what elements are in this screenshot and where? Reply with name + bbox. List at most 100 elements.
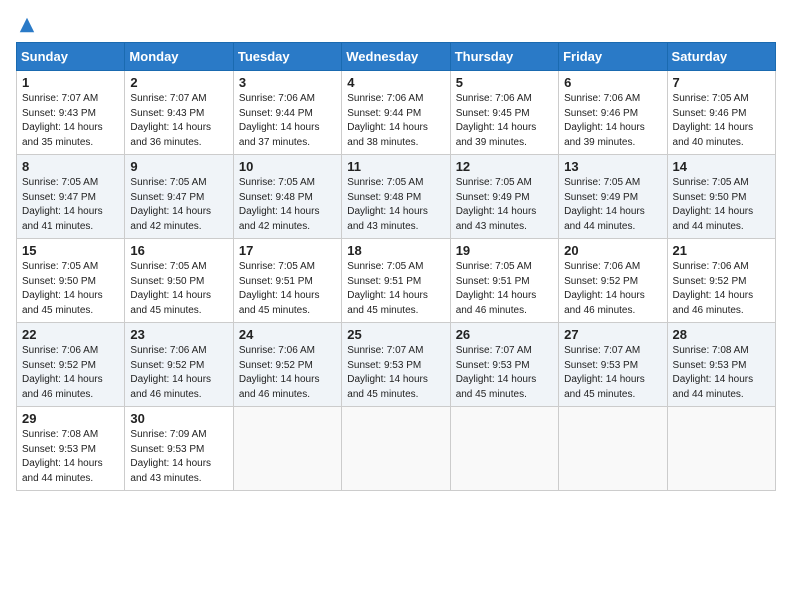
day-number: 28 [673, 327, 770, 342]
calendar-cell: 8 Sunrise: 7:05 AMSunset: 9:47 PMDayligh… [17, 155, 125, 239]
calendar-cell: 9 Sunrise: 7:05 AMSunset: 9:47 PMDayligh… [125, 155, 233, 239]
calendar-week-row: 15 Sunrise: 7:05 AMSunset: 9:50 PMDaylig… [17, 239, 776, 323]
day-info: Sunrise: 7:05 AMSunset: 9:48 PMDaylight:… [347, 177, 428, 232]
day-info: Sunrise: 7:06 AMSunset: 9:52 PMDaylight:… [239, 345, 320, 400]
day-info: Sunrise: 7:05 AMSunset: 9:49 PMDaylight:… [564, 177, 645, 232]
calendar-cell: 20 Sunrise: 7:06 AMSunset: 9:52 PMDaylig… [559, 239, 667, 323]
day-number: 29 [22, 411, 119, 426]
calendar-cell: 22 Sunrise: 7:06 AMSunset: 9:52 PMDaylig… [17, 323, 125, 407]
day-number: 3 [239, 75, 336, 90]
calendar-cell: 2 Sunrise: 7:07 AMSunset: 9:43 PMDayligh… [125, 71, 233, 155]
day-number: 18 [347, 243, 444, 258]
day-info: Sunrise: 7:05 AMSunset: 9:47 PMDaylight:… [130, 177, 211, 232]
day-info: Sunrise: 7:06 AMSunset: 9:46 PMDaylight:… [564, 93, 645, 148]
logo-icon [18, 16, 36, 34]
day-number: 15 [22, 243, 119, 258]
day-number: 13 [564, 159, 661, 174]
day-number: 7 [673, 75, 770, 90]
day-info: Sunrise: 7:05 AMSunset: 9:51 PMDaylight:… [347, 261, 428, 316]
calendar-cell [667, 407, 775, 491]
page-header [16, 16, 776, 32]
day-number: 9 [130, 159, 227, 174]
col-header-thursday: Thursday [450, 43, 558, 71]
calendar-cell: 7 Sunrise: 7:05 AMSunset: 9:46 PMDayligh… [667, 71, 775, 155]
day-info: Sunrise: 7:08 AMSunset: 9:53 PMDaylight:… [673, 345, 754, 400]
day-info: Sunrise: 7:06 AMSunset: 9:52 PMDaylight:… [673, 261, 754, 316]
day-info: Sunrise: 7:07 AMSunset: 9:53 PMDaylight:… [456, 345, 537, 400]
calendar-cell: 17 Sunrise: 7:05 AMSunset: 9:51 PMDaylig… [233, 239, 341, 323]
day-number: 11 [347, 159, 444, 174]
calendar-cell: 16 Sunrise: 7:05 AMSunset: 9:50 PMDaylig… [125, 239, 233, 323]
calendar-cell: 29 Sunrise: 7:08 AMSunset: 9:53 PMDaylig… [17, 407, 125, 491]
calendar-cell: 10 Sunrise: 7:05 AMSunset: 9:48 PMDaylig… [233, 155, 341, 239]
day-number: 14 [673, 159, 770, 174]
day-info: Sunrise: 7:05 AMSunset: 9:50 PMDaylight:… [130, 261, 211, 316]
day-number: 10 [239, 159, 336, 174]
calendar-week-row: 1 Sunrise: 7:07 AMSunset: 9:43 PMDayligh… [17, 71, 776, 155]
col-header-friday: Friday [559, 43, 667, 71]
day-info: Sunrise: 7:06 AMSunset: 9:45 PMDaylight:… [456, 93, 537, 148]
day-info: Sunrise: 7:05 AMSunset: 9:50 PMDaylight:… [22, 261, 103, 316]
day-info: Sunrise: 7:05 AMSunset: 9:48 PMDaylight:… [239, 177, 320, 232]
calendar-cell: 23 Sunrise: 7:06 AMSunset: 9:52 PMDaylig… [125, 323, 233, 407]
day-number: 5 [456, 75, 553, 90]
day-info: Sunrise: 7:06 AMSunset: 9:52 PMDaylight:… [22, 345, 103, 400]
day-info: Sunrise: 7:06 AMSunset: 9:52 PMDaylight:… [564, 261, 645, 316]
day-info: Sunrise: 7:06 AMSunset: 9:52 PMDaylight:… [130, 345, 211, 400]
calendar-cell [450, 407, 558, 491]
day-info: Sunrise: 7:06 AMSunset: 9:44 PMDaylight:… [239, 93, 320, 148]
calendar-cell: 27 Sunrise: 7:07 AMSunset: 9:53 PMDaylig… [559, 323, 667, 407]
calendar-cell: 14 Sunrise: 7:05 AMSunset: 9:50 PMDaylig… [667, 155, 775, 239]
calendar-cell: 13 Sunrise: 7:05 AMSunset: 9:49 PMDaylig… [559, 155, 667, 239]
day-number: 27 [564, 327, 661, 342]
calendar-cell: 11 Sunrise: 7:05 AMSunset: 9:48 PMDaylig… [342, 155, 450, 239]
day-number: 16 [130, 243, 227, 258]
day-number: 12 [456, 159, 553, 174]
day-number: 8 [22, 159, 119, 174]
day-number: 22 [22, 327, 119, 342]
calendar-cell [559, 407, 667, 491]
calendar-cell: 4 Sunrise: 7:06 AMSunset: 9:44 PMDayligh… [342, 71, 450, 155]
calendar-cell: 15 Sunrise: 7:05 AMSunset: 9:50 PMDaylig… [17, 239, 125, 323]
calendar-week-row: 8 Sunrise: 7:05 AMSunset: 9:47 PMDayligh… [17, 155, 776, 239]
day-info: Sunrise: 7:06 AMSunset: 9:44 PMDaylight:… [347, 93, 428, 148]
day-number: 20 [564, 243, 661, 258]
day-number: 21 [673, 243, 770, 258]
day-info: Sunrise: 7:05 AMSunset: 9:51 PMDaylight:… [239, 261, 320, 316]
day-info: Sunrise: 7:07 AMSunset: 9:43 PMDaylight:… [22, 93, 103, 148]
day-info: Sunrise: 7:05 AMSunset: 9:49 PMDaylight:… [456, 177, 537, 232]
calendar-cell: 21 Sunrise: 7:06 AMSunset: 9:52 PMDaylig… [667, 239, 775, 323]
day-number: 2 [130, 75, 227, 90]
day-info: Sunrise: 7:08 AMSunset: 9:53 PMDaylight:… [22, 429, 103, 484]
day-number: 19 [456, 243, 553, 258]
day-number: 30 [130, 411, 227, 426]
day-number: 23 [130, 327, 227, 342]
calendar-cell: 6 Sunrise: 7:06 AMSunset: 9:46 PMDayligh… [559, 71, 667, 155]
day-number: 26 [456, 327, 553, 342]
col-header-wednesday: Wednesday [342, 43, 450, 71]
col-header-monday: Monday [125, 43, 233, 71]
col-header-tuesday: Tuesday [233, 43, 341, 71]
day-number: 24 [239, 327, 336, 342]
calendar-cell: 19 Sunrise: 7:05 AMSunset: 9:51 PMDaylig… [450, 239, 558, 323]
logo [16, 16, 36, 32]
calendar-cell: 12 Sunrise: 7:05 AMSunset: 9:49 PMDaylig… [450, 155, 558, 239]
day-number: 6 [564, 75, 661, 90]
calendar-cell: 5 Sunrise: 7:06 AMSunset: 9:45 PMDayligh… [450, 71, 558, 155]
calendar-week-row: 22 Sunrise: 7:06 AMSunset: 9:52 PMDaylig… [17, 323, 776, 407]
day-info: Sunrise: 7:05 AMSunset: 9:50 PMDaylight:… [673, 177, 754, 232]
day-info: Sunrise: 7:05 AMSunset: 9:51 PMDaylight:… [456, 261, 537, 316]
calendar-cell [233, 407, 341, 491]
day-number: 25 [347, 327, 444, 342]
calendar-cell: 25 Sunrise: 7:07 AMSunset: 9:53 PMDaylig… [342, 323, 450, 407]
calendar-cell: 30 Sunrise: 7:09 AMSunset: 9:53 PMDaylig… [125, 407, 233, 491]
col-header-saturday: Saturday [667, 43, 775, 71]
day-info: Sunrise: 7:07 AMSunset: 9:53 PMDaylight:… [347, 345, 428, 400]
calendar-table: SundayMondayTuesdayWednesdayThursdayFrid… [16, 42, 776, 491]
calendar-cell: 1 Sunrise: 7:07 AMSunset: 9:43 PMDayligh… [17, 71, 125, 155]
calendar-header-row: SundayMondayTuesdayWednesdayThursdayFrid… [17, 43, 776, 71]
day-info: Sunrise: 7:05 AMSunset: 9:46 PMDaylight:… [673, 93, 754, 148]
calendar-cell: 26 Sunrise: 7:07 AMSunset: 9:53 PMDaylig… [450, 323, 558, 407]
calendar-cell: 3 Sunrise: 7:06 AMSunset: 9:44 PMDayligh… [233, 71, 341, 155]
day-number: 17 [239, 243, 336, 258]
